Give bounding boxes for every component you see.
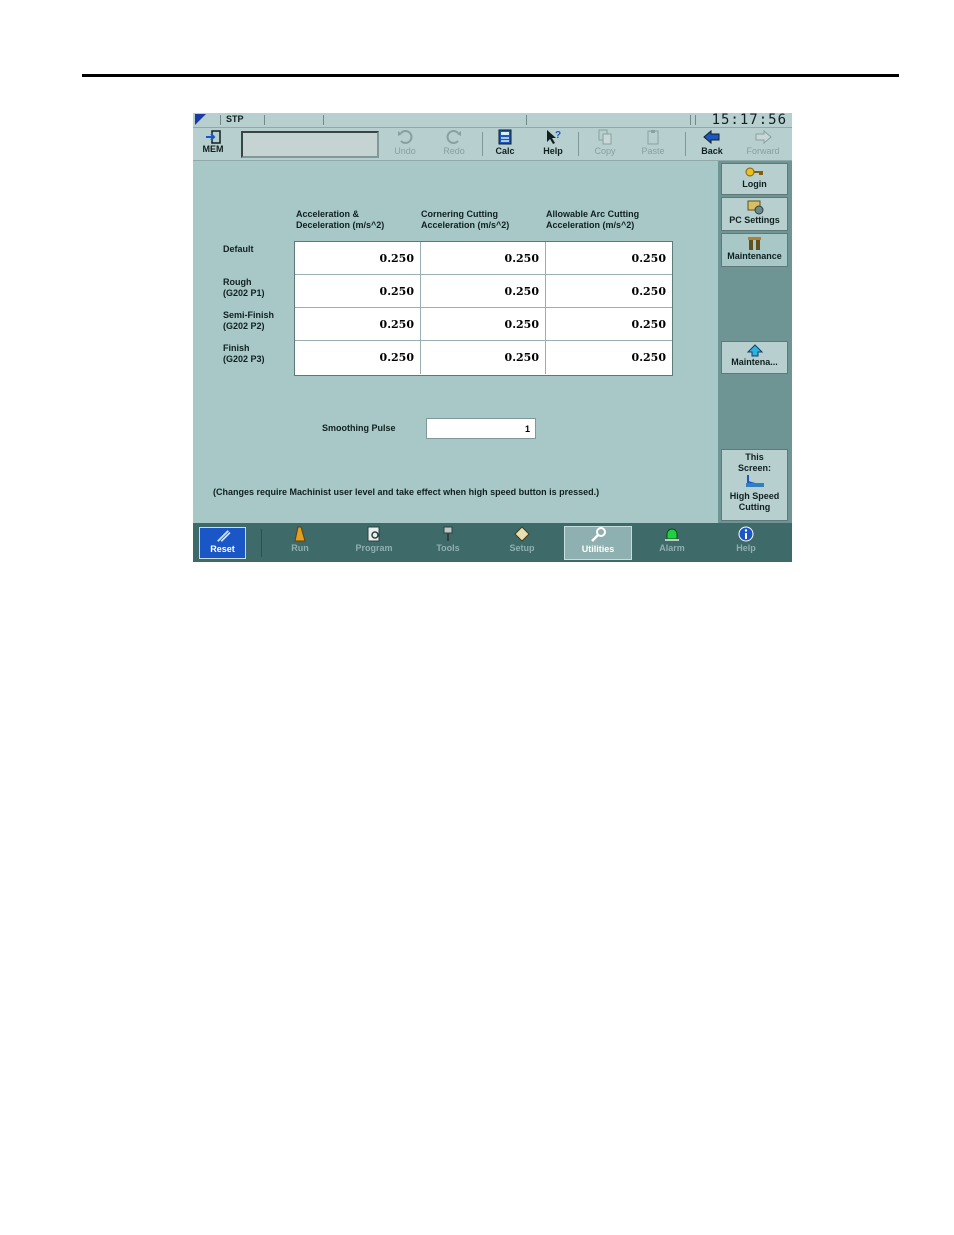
pc-settings-icon (747, 200, 763, 215)
side-panel: Login PC Settings Maintenance Maintena..… (718, 161, 792, 523)
high-speed-cutting-icon (745, 475, 764, 487)
clock: 15:17:56 (711, 113, 787, 128)
table-cell[interactable]: 0.250 (421, 341, 546, 374)
status-divider (264, 115, 265, 125)
maintenance-button[interactable]: Maintenance (721, 233, 788, 267)
nav-help[interactable]: Help (712, 526, 780, 560)
cnc-screen: STP 15:17:56 MEM Undo Redo Calc ? Help C… (193, 113, 792, 562)
login-button[interactable]: Login (721, 163, 788, 195)
setup-icon (514, 526, 530, 542)
status-corner-icon (195, 114, 206, 125)
row-label-semi-finish: Semi-Finish (G202 P2) (223, 310, 275, 331)
back-arrow-icon (703, 129, 720, 145)
table-cell[interactable]: 0.250 (546, 275, 672, 308)
up-arrow-icon (746, 344, 763, 357)
column-header-accel-decel: Acceleration & Deceleration (m/s^2) (296, 209, 385, 230)
table-cell[interactable]: 0.250 (546, 242, 672, 275)
this-screen-indicator: This Screen: High Speed Cutting (721, 449, 788, 521)
nav-alarm[interactable]: Alarm (638, 526, 706, 560)
table-cell[interactable]: 0.250 (546, 308, 672, 341)
pc-settings-button[interactable]: PC Settings (721, 197, 788, 231)
toolbar-divider (482, 132, 483, 156)
run-icon (294, 526, 306, 542)
status-divider (690, 115, 691, 125)
calc-button[interactable]: Calc (485, 129, 525, 159)
mem-icon (206, 130, 221, 144)
reset-icon (216, 530, 231, 542)
status-divider (323, 115, 324, 125)
program-icon (367, 526, 380, 542)
svg-text:?: ? (555, 130, 561, 141)
redo-icon (446, 130, 461, 144)
help-button[interactable]: ? Help (533, 129, 573, 159)
row-label-rough: Rough (G202 P1) (223, 277, 265, 298)
toolbar-divider (685, 132, 686, 156)
row-label-default: Default (223, 244, 254, 254)
acceleration-table: 0.250 0.250 0.250 0.250 0.250 0.250 0.25… (294, 241, 673, 376)
table-cell[interactable]: 0.250 (295, 308, 421, 341)
column-header-arc-cutting: Allowable Arc Cutting Acceleration (m/s^2… (546, 209, 640, 230)
forward-button[interactable]: Forward (743, 129, 783, 159)
alarm-light-icon (665, 528, 679, 541)
nav-utilities[interactable]: Utilities (564, 526, 632, 560)
bottom-nav: Reset Run Program Tools Setup Utilities … (193, 523, 792, 562)
smoothing-pulse-label: Smoothing Pulse (322, 423, 396, 433)
nav-tools[interactable]: Tools (414, 526, 482, 560)
undo-icon (398, 130, 413, 144)
machine-mode: STP (226, 114, 244, 124)
table-cell[interactable]: 0.250 (421, 275, 546, 308)
copy-button[interactable]: Copy (585, 129, 625, 159)
nav-program[interactable]: Program (340, 526, 408, 560)
maintena-up-button[interactable]: Maintena... (721, 341, 788, 374)
help-pointer-icon: ? (547, 130, 561, 144)
row-label-finish: Finish (G202 P3) (223, 343, 265, 364)
table-cell[interactable]: 0.250 (295, 275, 421, 308)
change-notice: (Changes require Machinist user level an… (213, 487, 600, 497)
high-speed-cutting-panel: Acceleration & Deceleration (m/s^2) Corne… (193, 161, 717, 523)
key-icon (745, 167, 763, 177)
info-icon (738, 526, 754, 542)
back-button[interactable]: Back (692, 129, 732, 159)
smoothing-pulse-input[interactable]: 1 (426, 418, 536, 439)
column-header-cornering: Cornering Cutting Acceleration (m/s^2) (421, 209, 510, 230)
program-name-field[interactable] (241, 131, 379, 158)
reset-button[interactable]: Reset (199, 527, 246, 559)
status-divider (695, 115, 696, 125)
table-cell[interactable]: 0.250 (295, 242, 421, 275)
redo-button[interactable]: Redo (434, 129, 474, 159)
toolbar-divider (578, 132, 579, 156)
calculator-icon (498, 129, 512, 145)
maintenance-icon (747, 237, 761, 250)
table-cell[interactable]: 0.250 (295, 341, 421, 374)
status-bar: STP 15:17:56 (193, 113, 792, 128)
mem-button[interactable]: MEM (197, 130, 229, 158)
table-cell[interactable]: 0.250 (546, 341, 672, 374)
toolbar: MEM Undo Redo Calc ? Help Copy Paste Bac… (193, 128, 792, 161)
page-header-rule (82, 74, 899, 77)
table-cell[interactable]: 0.250 (421, 308, 546, 341)
status-divider (220, 115, 221, 125)
status-divider (526, 115, 527, 125)
table-cell[interactable]: 0.250 (421, 242, 546, 275)
nav-divider (261, 529, 262, 557)
nav-run[interactable]: Run (266, 526, 334, 560)
nav-setup[interactable]: Setup (488, 526, 556, 560)
undo-button[interactable]: Undo (385, 129, 425, 159)
forward-arrow-icon (755, 129, 772, 145)
paste-button[interactable]: Paste (633, 129, 673, 159)
wrench-icon (591, 527, 606, 542)
tools-icon (443, 526, 453, 541)
copy-icon (598, 129, 612, 145)
paste-icon (647, 130, 659, 145)
